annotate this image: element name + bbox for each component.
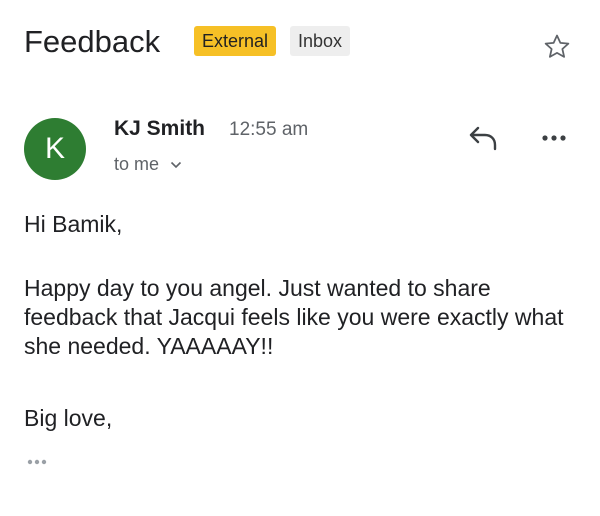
email-subject: Feedback (24, 24, 161, 59)
show-trimmed-content-icon[interactable] (24, 452, 54, 472)
chevron-down-icon (170, 162, 182, 169)
label-external[interactable]: External (194, 26, 277, 56)
email-signoff: Big love, (24, 405, 113, 431)
sender-name[interactable]: KJ Smith (114, 116, 205, 142)
star-icon[interactable] (542, 32, 572, 62)
recipient-details-toggle[interactable]: to me (114, 151, 182, 177)
label-inbox[interactable]: Inbox (290, 26, 351, 56)
sent-time: 12:55 am (229, 119, 309, 140)
recipients-text: to me (114, 154, 160, 174)
avatar[interactable]: K (24, 118, 86, 180)
more-options-icon[interactable] (538, 126, 570, 150)
email-header: Feedback External Inbox (24, 20, 576, 66)
reply-icon[interactable] (468, 124, 500, 152)
email-body-text: Happy day to you angel. Just wanted to s… (24, 275, 564, 359)
email-greeting: Hi Bamik, (24, 211, 123, 237)
